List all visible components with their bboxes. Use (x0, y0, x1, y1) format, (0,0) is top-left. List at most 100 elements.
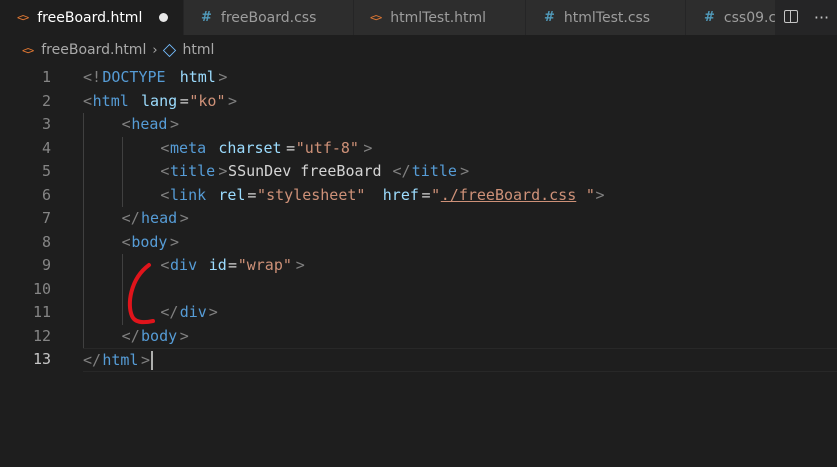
code-token: < (121, 232, 131, 251)
code-token: </ (83, 351, 102, 369)
code-token: body (131, 232, 168, 251)
line-number: 6 (41, 185, 51, 204)
code-token: </ (121, 209, 140, 227)
css-file-icon: # (704, 10, 715, 25)
code-line[interactable]: 6 < link rel = "stylesheet" href = " ./freeBoar… (0, 183, 837, 208)
line-number: 2 (41, 91, 51, 110)
line-number: 7 (41, 209, 51, 227)
code-token: < (160, 256, 170, 274)
indent-guide (121, 277, 123, 301)
code-token: html (102, 351, 139, 369)
html-file-icon: <> (17, 11, 29, 24)
tab-label: htmlTest.css (563, 9, 651, 26)
breadcrumb-symbol[interactable]: html (183, 42, 215, 58)
code-token: "stylesheet" (257, 185, 366, 204)
code-token: html (92, 91, 129, 110)
code-token: < (83, 91, 93, 110)
code-content: < link rel = "stylesheet" href = " ./freeBoard… (83, 183, 837, 208)
code-line[interactable]: 2 < html lang = "ko" > (0, 90, 837, 114)
code-content: < html lang = "ko" > (83, 90, 837, 114)
line-number: 3 (41, 115, 51, 133)
code-line[interactable]: 10 (0, 277, 837, 301)
code-line[interactable]: 3 < head > (0, 113, 837, 137)
code-token: href (382, 185, 419, 204)
chevron-right-icon: › (152, 42, 158, 58)
indent-guide (83, 277, 84, 301)
tab-label: htmlTest.html (390, 9, 487, 26)
code-token: charset (218, 138, 282, 157)
indent-guide (83, 207, 84, 231)
editor-actions: ··· (775, 0, 837, 35)
html-file-icon: <> (370, 11, 382, 24)
tab-label: css09.c (723, 9, 777, 26)
code-token: rel (218, 185, 246, 204)
css-file-icon: # (201, 10, 212, 25)
code-token: "utf-8" (295, 138, 359, 157)
line-number: 9 (41, 256, 51, 274)
code-line[interactable]: 8 < body > (0, 230, 837, 254)
code-line[interactable]: 4 < meta charset = "utf-8" > (0, 136, 837, 160)
line-number: 13 (32, 350, 51, 368)
code-token: < (160, 185, 170, 204)
code-content: < meta charset = "utf-8" > (83, 136, 837, 160)
code-token: div (179, 303, 207, 321)
code-token: "wrap" (237, 256, 292, 274)
code-line[interactable]: 11 </div > (0, 301, 837, 325)
line-number: 1 (41, 68, 51, 86)
code-token: </ (392, 162, 411, 180)
code-content: </div > (83, 301, 837, 325)
tab-htmltest-html[interactable]: <> htmlTest.html (354, 0, 526, 35)
code-line[interactable]: 13 </html > (0, 348, 837, 372)
unsaved-dot-icon[interactable] (159, 13, 169, 22)
indent-guide (83, 254, 84, 278)
tab-label: freeBoard.css (220, 9, 317, 26)
indent-guide (83, 183, 84, 207)
code-token: > (595, 185, 605, 204)
code-token: < (160, 138, 170, 157)
tab-freeboard-html[interactable]: <> freeBoard.html (0, 0, 184, 35)
code-token: head (131, 115, 168, 133)
split-editor-icon (783, 10, 798, 23)
breadcrumb-file[interactable]: freeBoard.html (41, 42, 146, 58)
indent-guide (83, 301, 84, 325)
code-token: "ko" (189, 91, 226, 110)
indent-guide (121, 183, 123, 207)
more-actions-button[interactable]: ··· (812, 8, 832, 27)
code-content: </html > (83, 348, 837, 372)
code-token: ./freeBoard.css (440, 185, 577, 204)
breadcrumb: <> freeBoard.html › html (0, 35, 837, 65)
code-line[interactable]: 1 <! DOCTYPE html > (0, 66, 837, 90)
code-token: = (247, 185, 257, 204)
code-token: > (295, 256, 305, 274)
text-cursor (150, 351, 153, 370)
code-content: < body > (83, 230, 837, 254)
code-token: <! (83, 68, 102, 86)
code-line[interactable]: 5 < title > SSunDev freeBoard </title > (0, 160, 837, 184)
code-token: " (585, 185, 595, 204)
css-file-icon: # (544, 10, 555, 25)
code-content: < head > (83, 113, 837, 137)
indent-guide (83, 113, 84, 137)
code-token: meta (170, 138, 207, 157)
tab-htmltest-css[interactable]: # htmlTest.css (526, 0, 686, 35)
indent-guide (121, 254, 123, 278)
tab-freeboard-css[interactable]: # freeBoard.css (184, 0, 354, 35)
line-number: 8 (41, 232, 51, 251)
code-line[interactable]: 7 </head > (0, 207, 837, 231)
code-token: head (141, 209, 178, 227)
code-editor[interactable]: 1 <! DOCTYPE html >2 < html lang = "ko" >3 < head >… (0, 65, 837, 467)
code-content: <! DOCTYPE html > (83, 66, 837, 90)
code-token: = (228, 256, 238, 274)
indent-guide (83, 160, 84, 184)
line-number: 10 (32, 279, 51, 298)
tab-label: freeBoard.html (37, 9, 143, 26)
code-line[interactable]: 9 < div id = "wrap" > (0, 254, 837, 278)
code-token: > (208, 303, 218, 321)
split-editor-button[interactable] (781, 8, 801, 27)
code-line[interactable]: 12 </body > (0, 324, 837, 348)
indent-guide (83, 324, 84, 348)
